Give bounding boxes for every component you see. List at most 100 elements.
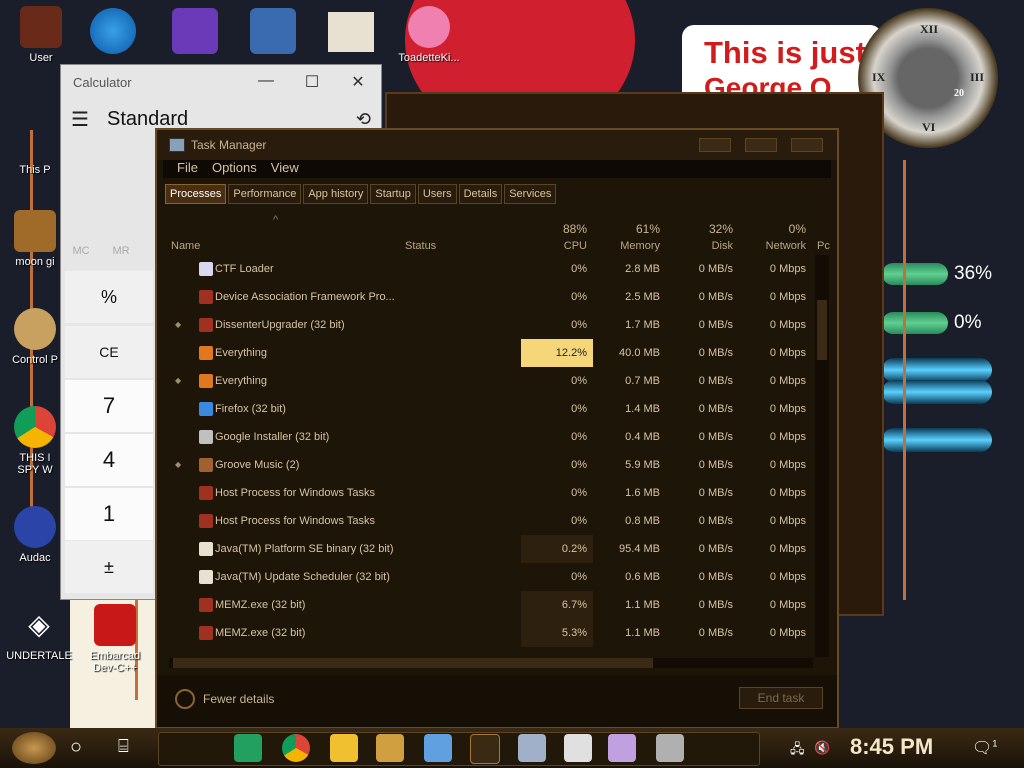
digit-4-key[interactable]: 4 [65,434,153,486]
vertical-scrollbar[interactable] [815,255,829,657]
process-row[interactable]: Firefox (32 bit) 0% 1.4 MB 0 MB/s 0 Mbps [163,395,813,423]
tab-startup[interactable]: Startup [370,184,416,204]
task-manager-titlebar[interactable]: Task Manager [157,130,837,160]
column-disk[interactable]: Disk [673,240,733,252]
process-cpu: 0.2% [521,535,593,563]
hxd-icon[interactable] [328,12,374,52]
clear-entry-key[interactable]: CE [65,326,153,378]
process-row[interactable]: CTF Loader 0% 2.8 MB 0 MB/s 0 Mbps [163,255,813,283]
process-row[interactable]: MEMZ.exe (32 bit) 6.7% 1.1 MB 0 MB/s 0 Mbps [163,591,813,619]
volume-muted-icon[interactable]: 🔇 [814,740,830,756]
column-power[interactable]: Pc [817,240,830,252]
edge-icon[interactable] [90,8,136,54]
process-cpu: 0% [571,571,587,583]
undertale-icon[interactable] [470,734,500,764]
desktop-icon-devcpp[interactable]: Embarcad Dev-C++ [80,604,150,674]
app-icon [199,626,213,640]
search-icon[interactable]: ○ [70,736,82,759]
paint-icon[interactable] [608,734,636,762]
memory-clear-button[interactable]: MC [61,245,101,257]
tube-gadget [882,358,992,382]
tab-services[interactable]: Services [504,184,557,204]
process-cpu: 0% [571,431,587,443]
process-row[interactable]: ◆ Everything 0% 0.7 MB 0 MB/s 0 Mbps [163,367,813,395]
clock-time[interactable]: 8:45 PM [850,734,933,760]
menu-options[interactable]: Options [212,160,257,178]
hamburger-menu-icon[interactable]: ☰ [71,107,107,132]
memory-recall-button[interactable]: MR [101,245,141,257]
action-center-icon[interactable]: 🗨1 [972,738,997,758]
process-memory: 1.4 MB [625,403,660,415]
process-network: 0 Mbps [769,375,806,387]
process-disk: 0 MB/s [698,347,733,359]
maximize-button[interactable]: ☐ [289,72,335,92]
process-row[interactable]: ◆ DissenterUpgrader (32 bit) 0% 1.7 MB 0 MB/… [163,311,813,339]
expand-arrow-icon[interactable]: ◆ [175,367,181,395]
sheets-icon[interactable] [234,734,262,762]
desktop-icon-toadette[interactable]: ToadetteKi... [394,6,464,64]
maximize-button[interactable] [745,138,777,152]
process-row[interactable]: Google Installer (32 bit) 0% 0.4 MB 0 MB/s 0… [163,423,813,451]
process-row[interactable]: Host Process for Windows Tasks 0% 0.8 MB 0 … [163,507,813,535]
menu-file[interactable]: File [177,160,198,178]
chrome-icon[interactable] [282,734,310,762]
virtualbox-icon[interactable] [250,8,296,54]
tab-performance[interactable]: Performance [228,184,302,204]
digit-1-key[interactable]: 1 [65,488,153,540]
process-network: 0 Mbps [769,599,806,611]
tab-app-history[interactable]: App history [303,184,369,204]
tab-processes[interactable]: Processes [165,184,227,204]
percent-key[interactable]: % [65,271,153,323]
visual-studio-icon[interactable] [172,8,218,54]
ctf-loader-icon [199,262,213,276]
process-row[interactable]: ◆ Groove Music (2) 0% 5.9 MB 0 MB/s 0 Mbps [163,451,813,479]
end-task-button[interactable]: End task [739,687,823,709]
expand-arrow-icon[interactable]: ◆ [175,451,181,479]
column-network[interactable]: Network [736,240,806,252]
java-icon [199,542,213,556]
app-icon [199,290,213,304]
process-row[interactable]: Device Association Framework Pro... 0% 2.5… [163,283,813,311]
scroll-thumb[interactable] [173,658,653,668]
minimize-button[interactable] [699,138,731,152]
task-view-icon[interactable]: ⌸ [118,736,129,757]
file-explorer-icon[interactable] [330,734,358,762]
task-manager-window[interactable]: Task Manager File Options View Processes… [155,128,839,729]
column-cpu[interactable]: CPU [527,240,587,252]
menu-bar: File Options View [163,160,831,178]
process-row[interactable]: Host Process for Windows Tasks 0% 1.6 MB 0 … [163,479,813,507]
fewer-details-button[interactable]: Fewer details [175,689,274,709]
close-button[interactable] [791,138,823,152]
process-row[interactable]: Everything 12.2% 40.0 MB 0 MB/s 0 Mbps [163,339,813,367]
horizontal-scrollbar[interactable] [169,658,813,668]
column-status[interactable]: Status [405,240,436,252]
notes-icon[interactable] [518,734,546,762]
network-icon[interactable]: 🖧 [790,740,805,762]
game-icon[interactable] [376,734,404,762]
monitor-icon[interactable] [656,734,684,762]
column-name[interactable]: Name [171,240,200,252]
history-icon[interactable]: ⟲ [356,109,371,130]
expand-arrow-icon[interactable]: ◆ [175,311,181,339]
control-panel-icon [14,308,56,350]
menu-view[interactable]: View [271,160,299,178]
tab-details[interactable]: Details [458,184,503,204]
photos-icon[interactable] [424,734,452,762]
minimize-button[interactable]: — [243,72,289,92]
desktop-icon-user[interactable]: User [6,6,76,64]
process-row[interactable]: Java(TM) Update Scheduler (32 bit) 0% 0.6 … [163,563,813,591]
calculator-titlebar[interactable]: Calculator — ☐ ✕ [61,65,381,99]
close-button[interactable]: ✕ [335,72,381,92]
negate-key[interactable]: ± [65,541,153,593]
calculator-icon[interactable] [564,734,592,762]
scroll-thumb[interactable] [817,300,827,360]
this-pc-icon [14,118,56,160]
start-button[interactable] [12,732,56,764]
column-memory[interactable]: Memory [600,240,660,252]
process-row[interactable]: Java(TM) Platform SE binary (32 bit) 0.2%… [163,535,813,563]
process-memory: 1.1 MB [625,627,660,639]
process-row[interactable]: MEMZ.exe (32 bit) 5.3% 1.1 MB 0 MB/s 0 Mbps [163,619,813,647]
digit-7-key[interactable]: 7 [65,380,153,432]
desktop-icon-undertale[interactable]: ◈ UNDERTALE [4,604,74,662]
tab-users[interactable]: Users [417,184,457,204]
